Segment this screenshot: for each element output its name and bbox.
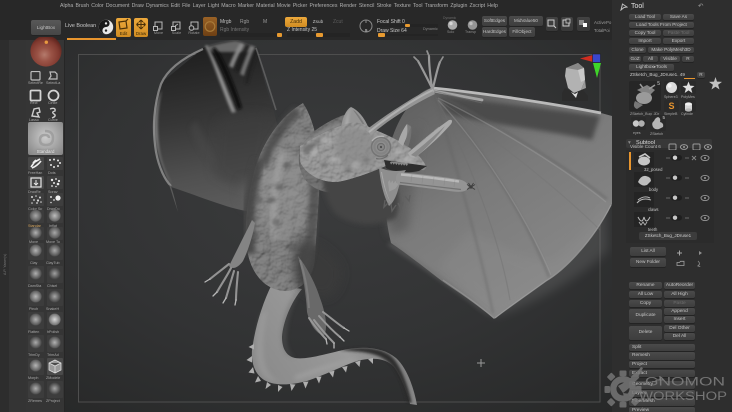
svg-text:WORKSHOP: WORKSHOP (639, 389, 727, 403)
svg-text:GNOMON: GNOMON (645, 375, 725, 389)
